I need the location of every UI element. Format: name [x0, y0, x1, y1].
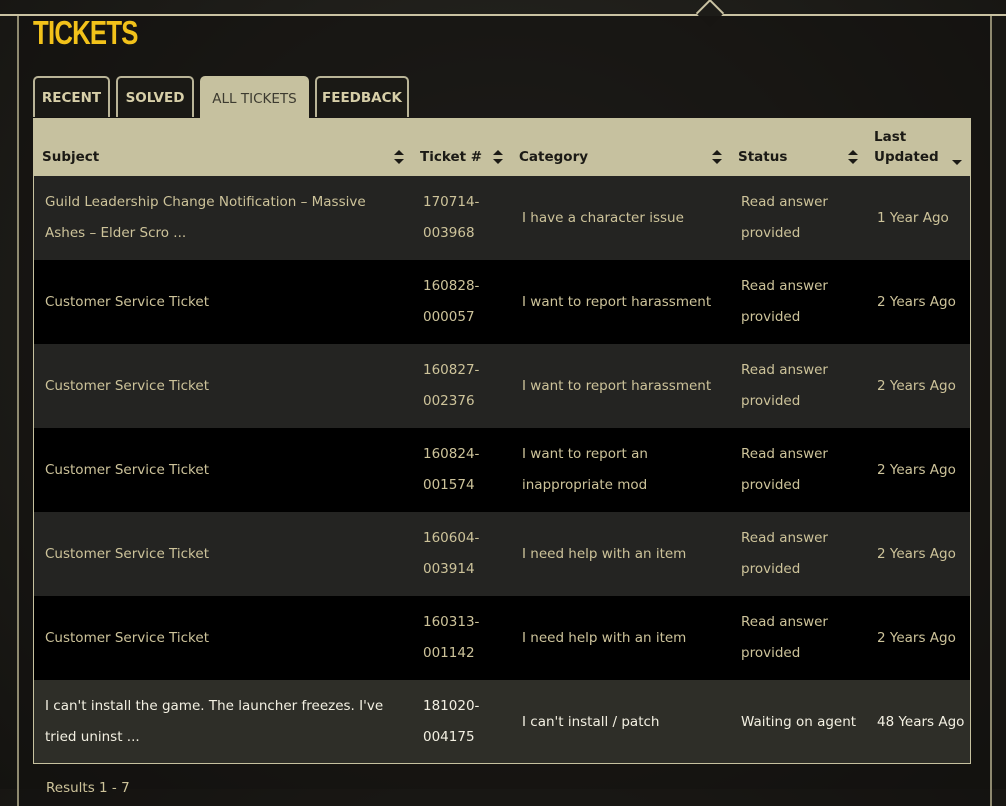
table-row[interactable]: Customer Service Ticket 160604- 003914 I … — [34, 512, 970, 596]
row-status: Read answer provided — [741, 194, 828, 241]
ticket-number-part1: 160827- — [423, 362, 480, 378]
header-last-updated-line1: Last — [874, 129, 907, 145]
row-ticket-number: 160604- 003914 — [423, 512, 493, 596]
ticket-number-part1: 160604- — [423, 530, 480, 546]
row-subject[interactable]: Customer Service Ticket — [45, 512, 405, 596]
row-last-updated: 2 Years Ago — [877, 293, 956, 310]
tab-all-tickets[interactable]: ALL TICKETS — [200, 76, 309, 119]
ticket-number-part1: 160313- — [423, 614, 480, 630]
row-last-updated: 48 Years Ago — [877, 713, 965, 730]
ticket-number-part2: 002376 — [423, 393, 475, 409]
ticket-number-part1: 170714- — [423, 194, 480, 210]
table-row[interactable]: Guild Leadership Change Notification – M… — [34, 176, 970, 260]
sort-desc-icon[interactable] — [952, 160, 962, 165]
row-category: I need help with an item — [522, 545, 687, 562]
row-ticket-number: 160313- 001142 — [423, 596, 493, 680]
header-category[interactable]: Category — [519, 147, 588, 167]
page-title: TICKETS — [33, 14, 138, 51]
table-row[interactable]: Customer Service Ticket 160824- 001574 I … — [34, 428, 970, 512]
row-subject[interactable]: Customer Service Ticket — [45, 344, 405, 428]
table-header: Subject Ticket # Category Status Last Up… — [34, 119, 970, 176]
tab-recent[interactable]: RECENT — [33, 76, 110, 117]
row-status: Read answer provided — [741, 446, 828, 493]
table-row[interactable]: I can't install the game. The launcher f… — [34, 680, 970, 763]
ticket-number-part2: 003914 — [423, 561, 475, 577]
ticket-number-part2: 003968 — [423, 225, 475, 241]
row-ticket-number: 170714- 003968 — [423, 176, 493, 260]
row-subject[interactable]: Guild Leadership Change Notification – M… — [45, 176, 405, 260]
ticket-number-part1: 160828- — [423, 278, 480, 294]
row-status: Read answer provided — [741, 614, 828, 661]
ticket-number-part2: 000057 — [423, 309, 475, 325]
table-row[interactable]: Customer Service Ticket 160828- 000057 I … — [34, 260, 970, 344]
table-row[interactable]: Customer Service Ticket 160313- 001142 I … — [34, 596, 970, 680]
row-status: Read answer provided — [741, 278, 828, 325]
row-category: I want to report harassment — [522, 293, 712, 310]
table-row[interactable]: Customer Service Ticket 160827- 002376 I … — [34, 344, 970, 428]
ticket-number-part1: 160824- — [423, 446, 480, 462]
row-status: Waiting on agent — [741, 713, 857, 730]
results-count: Results 1 - 7 — [46, 780, 130, 796]
row-ticket-number: 160824- 001574 — [423, 428, 493, 512]
ticket-number-part2: 001142 — [423, 645, 475, 661]
header-status[interactable]: Status — [738, 147, 787, 167]
row-category: I want to report an inappropriate mod — [522, 446, 648, 493]
row-status: Read answer provided — [741, 530, 828, 577]
row-status: Read answer provided — [741, 362, 828, 409]
sort-subject-icon[interactable] — [394, 150, 404, 164]
row-last-updated: 1 Year Ago — [877, 209, 949, 226]
header-subject[interactable]: Subject — [42, 147, 99, 167]
row-category: I can't install / patch — [522, 713, 660, 730]
tab-feedback[interactable]: FEEDBACK — [315, 76, 409, 117]
ticket-number-part2: 001574 — [423, 477, 475, 493]
row-ticket-number: 181020- 004175 — [423, 680, 493, 763]
row-last-updated: 2 Years Ago — [877, 377, 956, 394]
sort-ticket-icon[interactable] — [493, 150, 503, 164]
row-subject[interactable]: I can't install the game. The launcher f… — [45, 680, 405, 763]
row-subject[interactable]: Customer Service Ticket — [45, 260, 405, 344]
sort-status-icon[interactable] — [848, 150, 858, 164]
header-ticket[interactable]: Ticket # — [420, 147, 482, 167]
ticket-number-part1: 181020- — [423, 698, 480, 714]
row-ticket-number: 160827- 002376 — [423, 344, 493, 428]
row-category: I have a character issue — [522, 209, 684, 226]
header-last-updated[interactable]: Last Updated — [874, 127, 939, 167]
row-ticket-number: 160828- 000057 — [423, 260, 493, 344]
row-subject[interactable]: Customer Service Ticket — [45, 596, 405, 680]
tab-solved[interactable]: SOLVED — [116, 76, 194, 117]
row-last-updated: 2 Years Ago — [877, 461, 956, 478]
ticket-number-part2: 004175 — [423, 729, 475, 745]
tickets-table: Subject Ticket # Category Status Last Up… — [33, 118, 971, 764]
header-last-updated-line2: Updated — [874, 149, 939, 165]
row-last-updated: 2 Years Ago — [877, 629, 956, 646]
row-category: I need help with an item — [522, 629, 687, 646]
row-last-updated: 2 Years Ago — [877, 545, 956, 562]
row-subject[interactable]: Customer Service Ticket — [45, 428, 405, 512]
sort-category-icon[interactable] — [712, 150, 722, 164]
row-category: I want to report harassment — [522, 377, 712, 394]
